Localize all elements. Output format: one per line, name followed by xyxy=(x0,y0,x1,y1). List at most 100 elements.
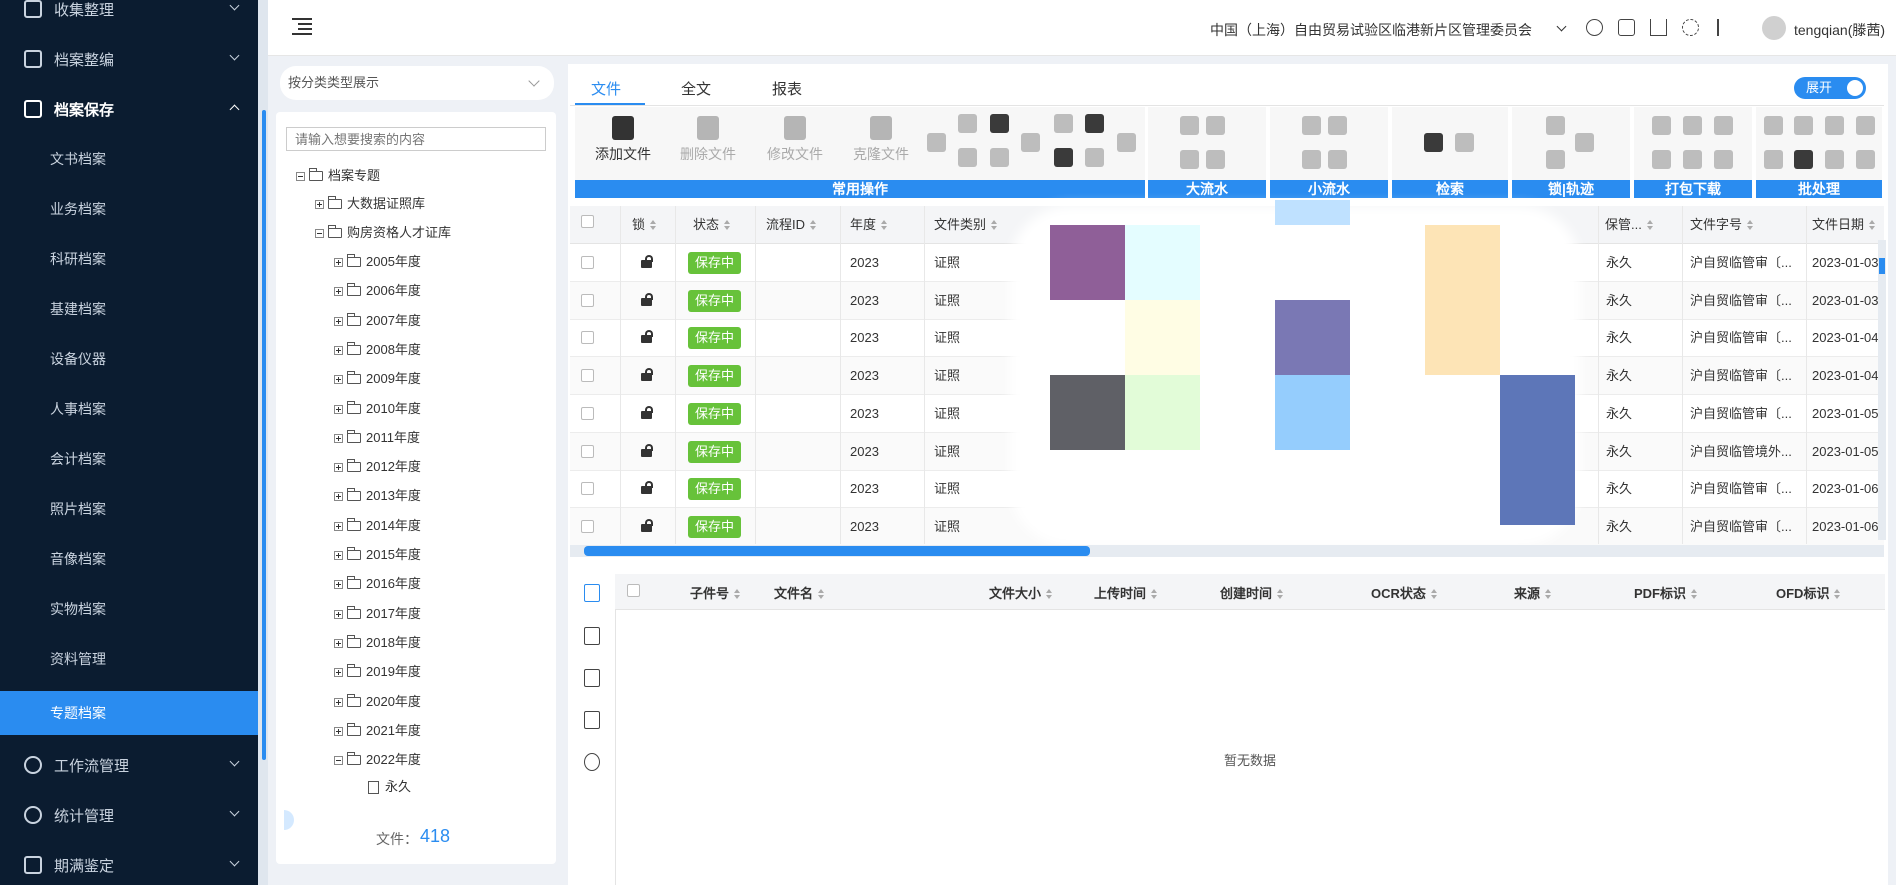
sidebar-item-shebei[interactable]: 设备仪器 xyxy=(0,334,258,384)
toolbar-action-icon[interactable] xyxy=(1856,150,1875,169)
col-status[interactable]: 状态 xyxy=(693,214,731,233)
row-checkbox[interactable] xyxy=(581,520,594,533)
menu-workflow[interactable]: 工作流管理 xyxy=(0,740,258,790)
toolbar-action-icon[interactable] xyxy=(1546,116,1565,135)
subcol-ocr[interactable]: OCR状态 xyxy=(1371,583,1437,602)
expand-icon[interactable] xyxy=(334,404,343,414)
toolbar-action-icon[interactable] xyxy=(1714,150,1733,169)
expand-icon[interactable] xyxy=(334,726,343,736)
tab-fulltext[interactable]: 全文 xyxy=(681,78,711,99)
tree-node-year[interactable]: 2006年度 xyxy=(334,280,421,302)
col-category[interactable]: 文件类别 xyxy=(934,214,998,233)
sidebar-item-wenshu[interactable]: 文书档案 xyxy=(0,134,258,184)
subcol-create-time[interactable]: 创建时间 xyxy=(1220,583,1284,602)
delete-file-button[interactable]: 删除文件 xyxy=(673,116,743,164)
tab-file[interactable]: 文件 xyxy=(591,78,621,99)
tree-node-year[interactable]: 2022年度 xyxy=(334,749,421,771)
expand-icon[interactable] xyxy=(334,697,343,707)
clone-file-button[interactable]: 克隆文件 xyxy=(846,116,916,164)
toolbar-action-icon[interactable] xyxy=(1328,116,1347,135)
toolbar-action-icon[interactable] xyxy=(1856,116,1875,135)
toolbar-action-icon[interactable] xyxy=(927,133,946,152)
tree-search-input[interactable] xyxy=(286,127,546,151)
cart-icon[interactable] xyxy=(1650,19,1667,36)
toolbar-action-icon[interactable] xyxy=(1546,150,1565,169)
chevron-down-icon[interactable] xyxy=(1556,21,1567,32)
edit-file-button[interactable]: 修改文件 xyxy=(760,116,830,164)
sort-icon[interactable] xyxy=(1747,220,1754,230)
toolbar-action-icon[interactable] xyxy=(1206,150,1225,169)
expand-icon[interactable] xyxy=(315,199,324,209)
sort-icon[interactable] xyxy=(991,220,998,230)
expand-icon[interactable] xyxy=(334,609,343,619)
avatar[interactable] xyxy=(1762,16,1786,40)
subcol-name[interactable]: 文件名 xyxy=(774,583,825,602)
col-year[interactable]: 年度 xyxy=(850,214,888,233)
toolbar-action-icon[interactable] xyxy=(1714,116,1733,135)
tree-node-year[interactable]: 2015年度 xyxy=(334,544,421,566)
sort-icon[interactable] xyxy=(1691,589,1698,599)
sort-icon[interactable] xyxy=(1869,220,1876,230)
expand-icon[interactable] xyxy=(334,433,343,443)
unlock-icon[interactable] xyxy=(641,293,655,306)
toolbar-action-icon[interactable] xyxy=(1180,116,1199,135)
sidebar-item-zhuanti[interactable]: 专题档案 xyxy=(0,691,258,735)
tree-node-year[interactable]: 2021年度 xyxy=(334,720,421,742)
toolbar-action-icon[interactable] xyxy=(1117,133,1136,152)
row-checkbox[interactable] xyxy=(581,369,594,382)
toolbar-action-icon[interactable] xyxy=(1085,148,1104,167)
tree-node-year[interactable]: 2013年度 xyxy=(334,485,421,507)
sort-icon[interactable] xyxy=(1834,589,1841,599)
user-name[interactable]: tengqian(滕茜) xyxy=(1794,20,1885,40)
table-vscroll[interactable] xyxy=(1878,240,1886,540)
tree-node-year[interactable]: 2014年度 xyxy=(334,515,421,537)
expand-toggle[interactable]: 展开 xyxy=(1794,77,1866,99)
toolbar-action-icon[interactable] xyxy=(1764,116,1783,135)
tree-node-year[interactable]: 2008年度 xyxy=(334,339,421,361)
expand-icon[interactable] xyxy=(334,286,343,296)
add-file-button[interactable]: 添加文件 xyxy=(588,116,658,164)
tree-node-year[interactable]: 2007年度 xyxy=(334,310,421,332)
toolbar-action-icon[interactable] xyxy=(1206,116,1225,135)
tab-report[interactable]: 报表 xyxy=(772,78,802,99)
menu-compile[interactable]: 档案整编 xyxy=(0,34,258,84)
col-flow-id[interactable]: 流程ID xyxy=(766,214,817,233)
select-all-checkbox[interactable] xyxy=(581,215,594,228)
table-vscroll-thumb[interactable] xyxy=(1879,258,1885,274)
col-retention[interactable]: 保管... xyxy=(1605,214,1653,233)
expand-icon[interactable] xyxy=(334,579,343,589)
image-icon[interactable] xyxy=(584,711,600,729)
sidebar-item-zhaopian[interactable]: 照片档案 xyxy=(0,484,258,534)
tree-node-year[interactable]: 2009年度 xyxy=(334,368,421,390)
unlock-icon[interactable] xyxy=(641,368,655,381)
table-hscroll-thumb[interactable] xyxy=(584,546,1090,556)
expand-icon[interactable] xyxy=(334,521,343,531)
toolbar-action-icon[interactable] xyxy=(1794,150,1813,169)
col-lock[interactable]: 锁 xyxy=(632,214,657,233)
row-checkbox[interactable] xyxy=(581,331,594,344)
sort-icon[interactable] xyxy=(650,220,657,230)
expand-icon[interactable] xyxy=(334,257,343,267)
help-icon[interactable] xyxy=(1586,19,1603,36)
toolbar-action-icon[interactable] xyxy=(1825,116,1844,135)
subcol-source[interactable]: 来源 xyxy=(1514,583,1552,602)
sidebar-item-yinxiang[interactable]: 音像档案 xyxy=(0,534,258,584)
sort-icon[interactable] xyxy=(810,220,817,230)
tree-node-year[interactable]: 2012年度 xyxy=(334,456,421,478)
toolbar-action-icon[interactable] xyxy=(958,114,977,133)
tree-node-housing[interactable]: 购房资格人才证库 xyxy=(315,222,451,244)
row-checkbox[interactable] xyxy=(581,445,594,458)
expand-icon[interactable] xyxy=(334,638,343,648)
toolbar-action-icon[interactable] xyxy=(1764,150,1783,169)
sidebar-item-yewu[interactable]: 业务档案 xyxy=(0,184,258,234)
collapse-icon[interactable] xyxy=(334,755,343,765)
expand-icon[interactable] xyxy=(334,345,343,355)
toolbar-action-icon[interactable] xyxy=(1085,114,1104,133)
collapse-icon[interactable] xyxy=(315,228,324,238)
menu-appraisal[interactable]: 期满鉴定 xyxy=(0,840,258,885)
toolbar-action-icon[interactable] xyxy=(1302,150,1321,169)
row-checkbox[interactable] xyxy=(581,294,594,307)
list-view-icon[interactable] xyxy=(584,584,600,602)
sidebar-item-kuaiji[interactable]: 会计档案 xyxy=(0,434,258,484)
unlock-icon[interactable] xyxy=(641,519,655,532)
